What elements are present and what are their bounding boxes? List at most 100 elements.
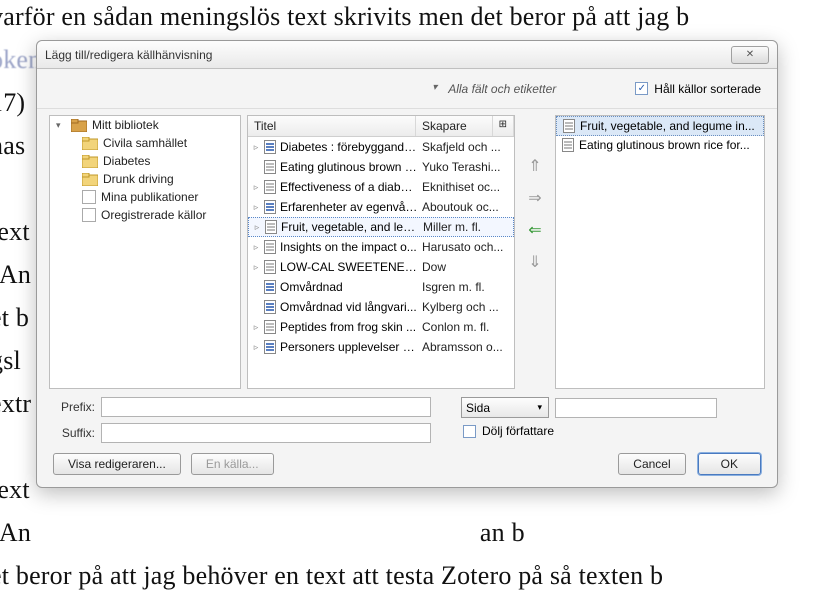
tree-item-civila[interactable]: Civila samhället: [50, 134, 240, 152]
keep-sorted-row[interactable]: Håll källor sorterade: [635, 82, 761, 96]
item-type-icon: [262, 160, 278, 174]
table-row[interactable]: ▹ Insights on the impact o...Harusato och…: [248, 237, 514, 257]
item-type-icon: [262, 240, 278, 254]
row-title: Peptides from frog skin ...: [278, 320, 418, 334]
locator-input[interactable]: [555, 398, 717, 418]
tree-item-publications[interactable]: Mina publikationer: [50, 188, 240, 206]
item-type-icon: [262, 200, 278, 214]
row-creator: Yuko Terashi...: [418, 160, 512, 174]
expand-icon[interactable]: ▹: [250, 242, 262, 253]
tree-item-label: Civila samhället: [103, 136, 187, 150]
folder-icon: [82, 137, 98, 150]
item-type-icon: [262, 320, 278, 334]
row-creator: Harusato och...: [418, 240, 512, 254]
table-row[interactable]: OmvårdnadIsgren m. fl.: [248, 277, 514, 297]
row-title: Omvårdnad vid långvari...: [278, 300, 418, 314]
move-top-button[interactable]: ⇑: [524, 155, 546, 177]
row-title: Omvårdnad: [278, 280, 418, 294]
expand-icon[interactable]: ▹: [250, 322, 262, 333]
single-source-button[interactable]: En källa...: [191, 453, 274, 475]
expand-icon[interactable]: ▹: [250, 202, 262, 213]
tree-item-label: Diabetes: [103, 154, 150, 168]
tree-root[interactable]: ▾ Mitt bibliotek: [50, 116, 240, 134]
table-row[interactable]: ▹ Peptides from frog skin ...Conlon m. fl…: [248, 317, 514, 337]
cancel-button[interactable]: Cancel: [618, 453, 685, 475]
selected-citation-item[interactable]: Fruit, vegetable, and legume in...: [556, 116, 764, 136]
selected-item-label: Eating glutinous brown rice for...: [579, 138, 750, 152]
table-row[interactable]: ▹ Erfarenheter av egenvård...Aboutouk oc.…: [248, 197, 514, 217]
table-row[interactable]: ▹ LOW-CAL SWEETENERS:...Dow: [248, 257, 514, 277]
selected-citation-item[interactable]: Eating glutinous brown rice for...: [556, 136, 764, 154]
row-title: Erfarenheter av egenvård...: [278, 200, 418, 214]
row-creator: Isgren m. fl.: [418, 280, 512, 294]
suffix-input[interactable]: [101, 423, 431, 443]
titlebar: Lägg till/redigera källhänvisning ✕: [37, 41, 777, 69]
transfer-arrows: ⇑ ⇒ ⇐ ⇓: [521, 115, 549, 389]
fields-dropdown[interactable]: Alla fält och etiketter: [441, 78, 575, 100]
row-title: Personers upplevelser av...: [278, 340, 418, 354]
selected-citations-list[interactable]: Fruit, vegetable, and legume in... Eating…: [555, 115, 765, 389]
col-title[interactable]: Titel: [248, 116, 416, 136]
tree-item-unfiled[interactable]: Oregistrerade källor: [50, 206, 240, 224]
fields-dropdown-label: Alla fält och etiketter: [448, 82, 556, 96]
row-creator: Dow: [418, 260, 512, 274]
row-title: Diabetes : förebyggande ...: [278, 140, 418, 154]
row-title: Insights on the impact o...: [278, 240, 418, 254]
show-editor-button[interactable]: Visa redigeraren...: [53, 453, 181, 475]
row-creator: Miller m. fl.: [419, 220, 511, 234]
row-creator: Skafjeld och ...: [418, 140, 512, 154]
expand-icon[interactable]: ▹: [250, 142, 262, 153]
prefix-row: Prefix:: [53, 397, 431, 417]
folder-icon: [82, 155, 98, 168]
library-tree[interactable]: ▾ Mitt bibliotek Civila samhället Diabet…: [49, 115, 241, 389]
table-row[interactable]: ▹ Fruit, vegetable, and leg...Miller m. f…: [248, 217, 514, 237]
item-type-icon: [262, 140, 278, 154]
hide-author-label: Dölj författare: [482, 424, 554, 438]
table-row[interactable]: Eating glutinous brown r...Yuko Terashi.…: [248, 157, 514, 177]
row-title: LOW-CAL SWEETENERS:...: [278, 260, 418, 274]
collapse-icon[interactable]: ▾: [56, 120, 66, 131]
expand-icon[interactable]: ▹: [250, 182, 262, 193]
locator-select[interactable]: Sida: [461, 397, 549, 418]
table-row[interactable]: ▹Effectiveness of a diabet...Eknithiset …: [248, 177, 514, 197]
item-type-icon: [262, 300, 278, 314]
table-header[interactable]: Titel Skapare ⊞: [248, 116, 514, 137]
tree-item-label: Mina publikationer: [101, 190, 198, 204]
move-bottom-button[interactable]: ⇓: [524, 251, 546, 273]
tree-item-drunk[interactable]: Drunk driving: [50, 170, 240, 188]
table-row[interactable]: ▹ Diabetes : förebyggande ...Skafjeld och…: [248, 137, 514, 157]
row-creator: Conlon m. fl.: [418, 320, 512, 334]
expand-icon[interactable]: ▹: [251, 222, 263, 233]
prefix-input[interactable]: [101, 397, 431, 417]
col-extra-icon[interactable]: ⊞: [493, 116, 514, 136]
suffix-row: Suffix:: [53, 423, 431, 443]
tree-item-diabetes[interactable]: Diabetes: [50, 152, 240, 170]
hide-author-checkbox[interactable]: [463, 425, 476, 438]
row-title: Fruit, vegetable, and leg...: [279, 220, 419, 234]
tree-root-label: Mitt bibliotek: [92, 118, 159, 132]
ok-button[interactable]: OK: [698, 453, 761, 475]
row-title: Eating glutinous brown r...: [278, 160, 418, 174]
expand-icon[interactable]: ▹: [250, 262, 262, 273]
folder-icon: [82, 173, 98, 186]
row-creator: Kylberg och ...: [418, 300, 512, 314]
close-icon: ✕: [746, 49, 754, 60]
row-creator: Aboutouk oc...: [418, 200, 512, 214]
prefix-label: Prefix:: [53, 400, 95, 414]
close-button[interactable]: ✕: [731, 46, 769, 64]
table-row[interactable]: ▹ Personers upplevelser av...Abramsson o.…: [248, 337, 514, 357]
row-creator: Eknithiset oc...: [418, 180, 512, 194]
col-creator[interactable]: Skapare: [416, 116, 493, 136]
tree-item-label: Drunk driving: [103, 172, 174, 186]
table-row[interactable]: Omvårdnad vid långvari...Kylberg och ...: [248, 297, 514, 317]
keep-sorted-checkbox[interactable]: [635, 82, 648, 95]
items-table[interactable]: Titel Skapare ⊞ ▹ Diabetes : förebyggande…: [247, 115, 515, 389]
item-type-icon: [262, 340, 278, 354]
selected-item-label: Fruit, vegetable, and legume in...: [580, 119, 755, 133]
row-creator: Abramsson o...: [418, 340, 512, 354]
library-icon: [71, 119, 87, 132]
toolbar: Alla fält och etiketter Håll källor sort…: [37, 69, 777, 109]
move-left-button[interactable]: ⇐: [524, 219, 546, 241]
expand-icon[interactable]: ▹: [250, 342, 262, 353]
move-right-button[interactable]: ⇒: [524, 187, 546, 209]
